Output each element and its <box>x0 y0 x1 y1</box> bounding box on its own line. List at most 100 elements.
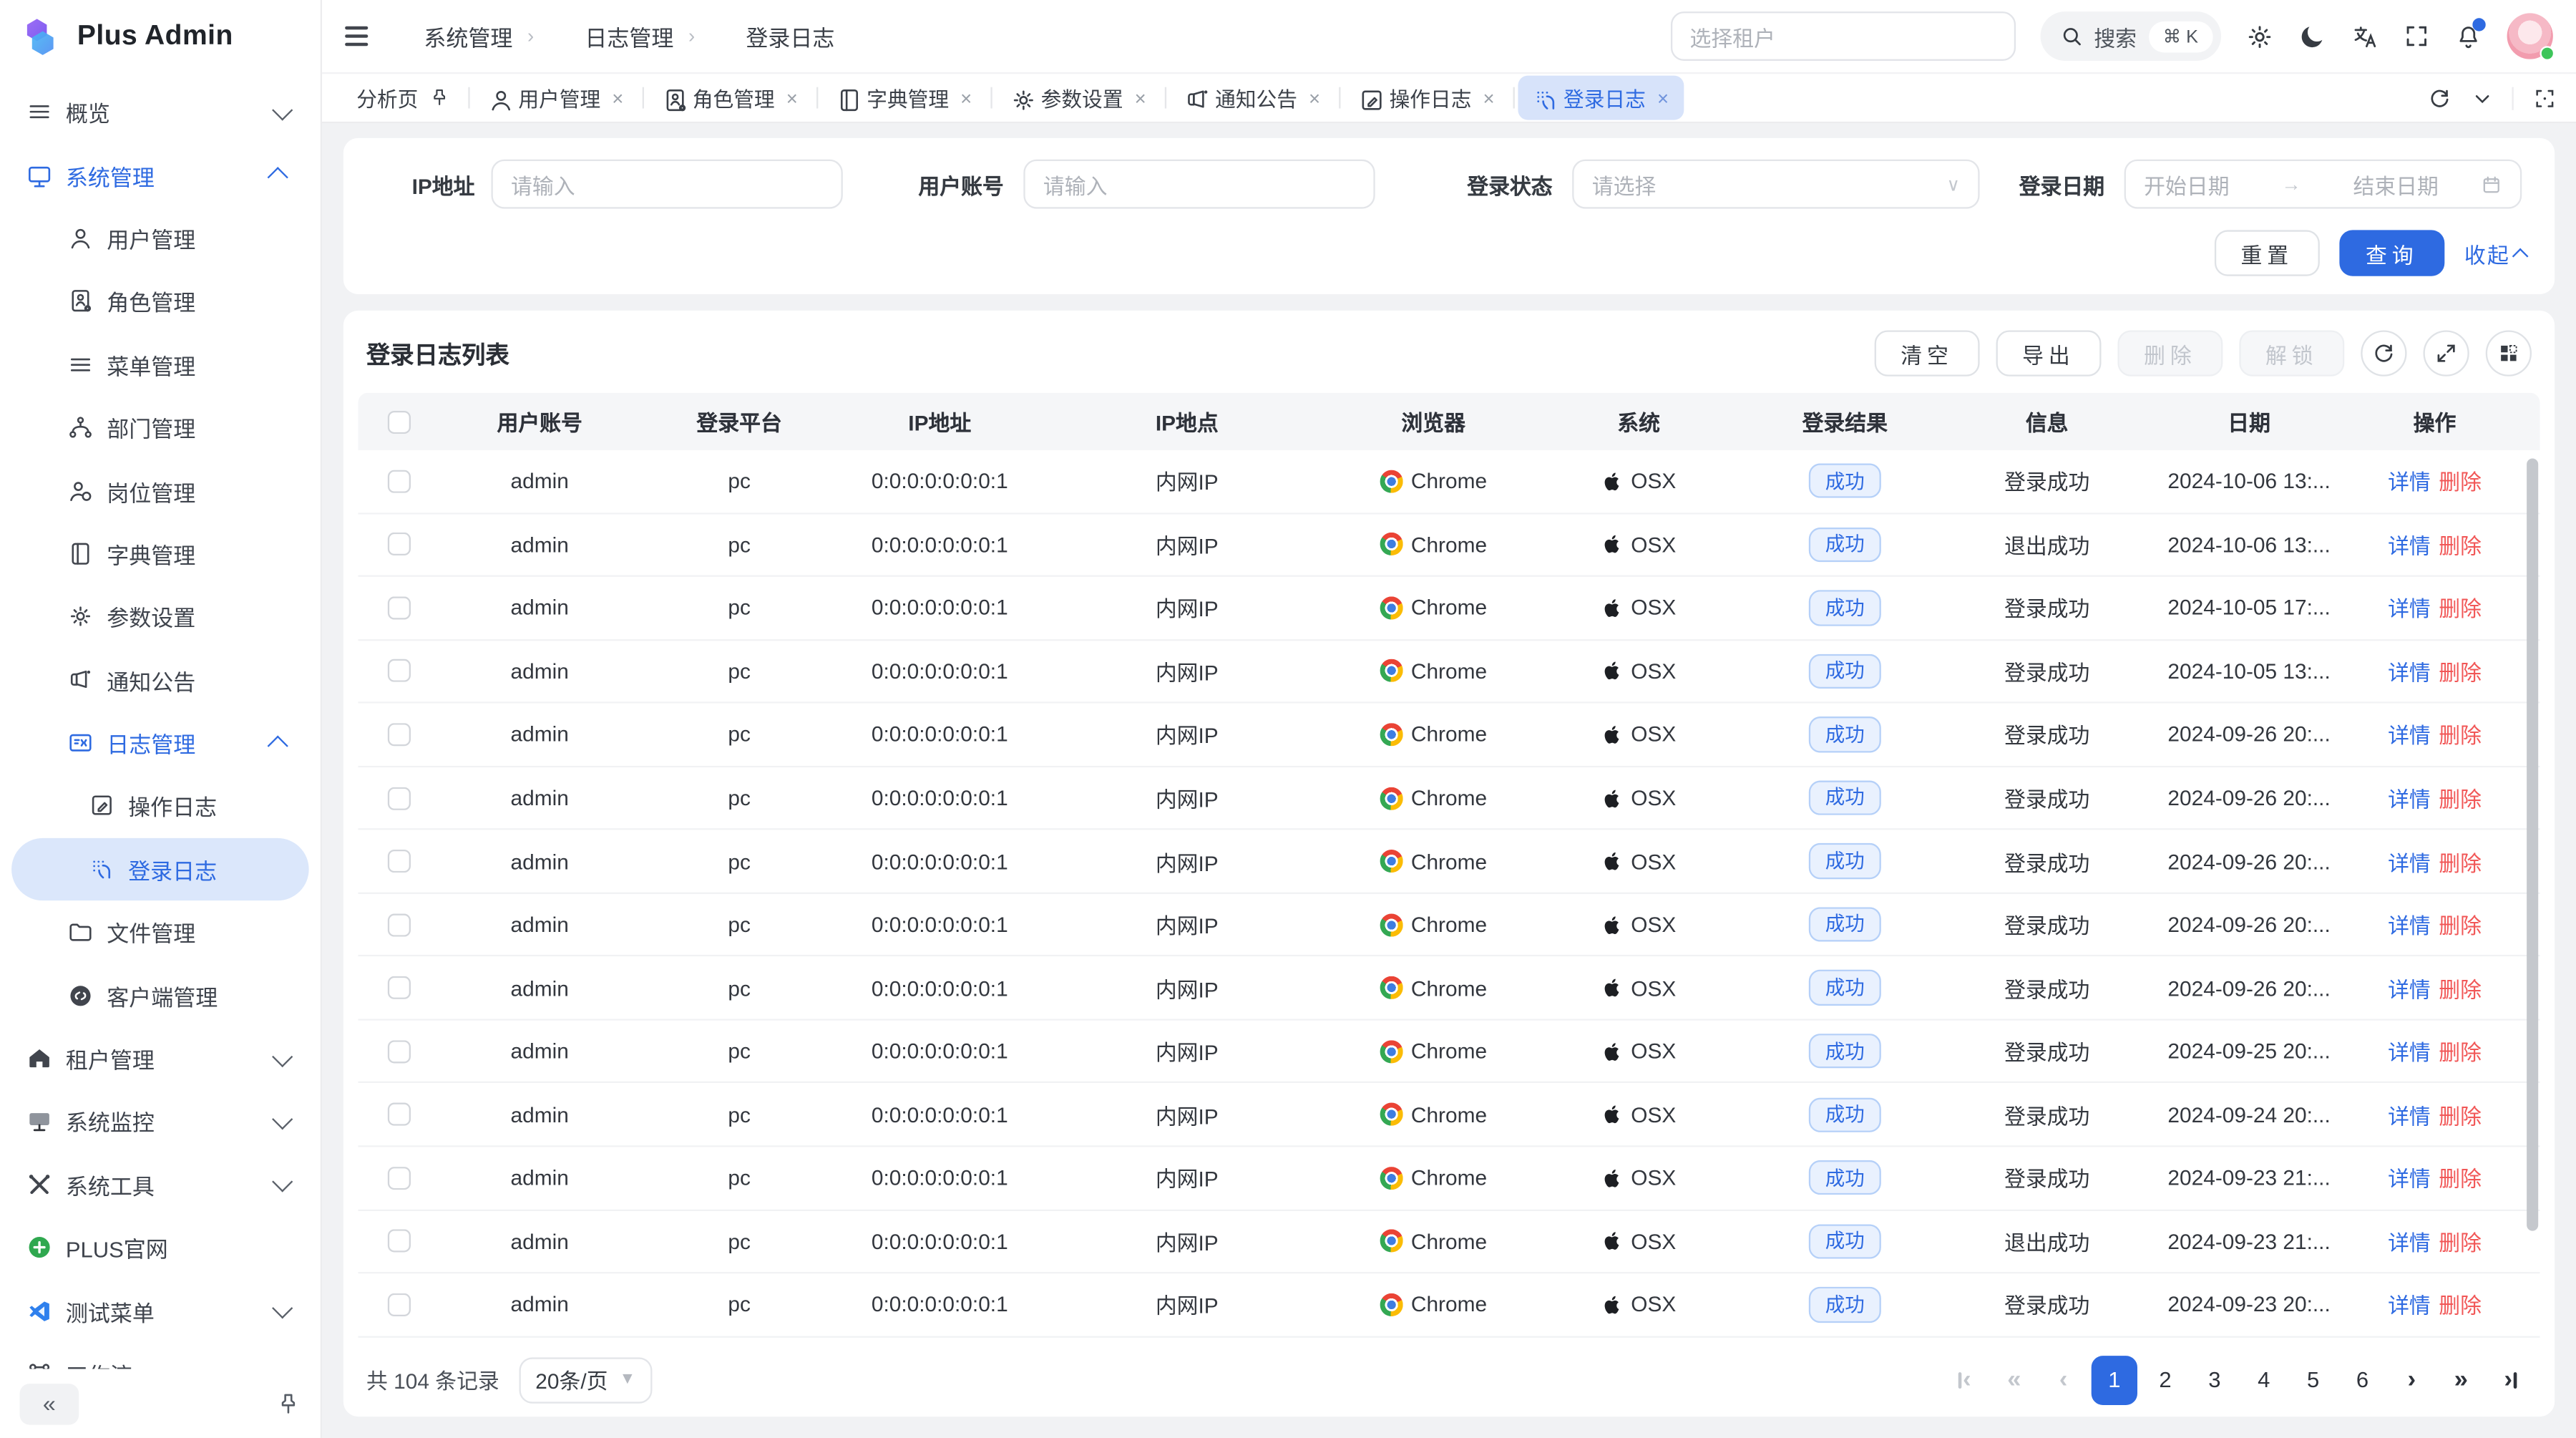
close-tab-icon[interactable]: × <box>786 88 798 108</box>
collapse-filter-link[interactable]: 收起 <box>2464 238 2529 269</box>
detail-link[interactable]: 详情 <box>2388 529 2431 560</box>
pin-icon[interactable] <box>428 87 449 109</box>
row-checkbox[interactable] <box>387 913 410 936</box>
reset-button[interactable]: 重置 <box>2215 230 2320 276</box>
back-pages-button[interactable]: « <box>1993 1357 2036 1401</box>
row-checkbox[interactable] <box>387 533 410 556</box>
row-checkbox[interactable] <box>387 660 410 683</box>
close-tab-icon[interactable]: × <box>1135 88 1146 108</box>
table-scrollbar[interactable] <box>2527 459 2538 1231</box>
delete-link[interactable]: 删除 <box>2439 1162 2482 1194</box>
detail-link[interactable]: 详情 <box>2388 592 2431 623</box>
detail-link[interactable]: 详情 <box>2388 656 2431 687</box>
forward-pages-button[interactable]: » <box>2439 1357 2482 1401</box>
page-6-button[interactable]: 6 <box>2341 1357 2384 1401</box>
tenant-select[interactable]: 选择租户 <box>1670 11 2015 61</box>
detail-link[interactable]: 详情 <box>2388 972 2431 1004</box>
page-2-button[interactable]: 2 <box>2144 1357 2187 1401</box>
export-button[interactable]: 导出 <box>1996 330 2101 376</box>
expand-table-icon[interactable] <box>2423 330 2469 376</box>
date-range-input[interactable]: 开始日期 → 结束日期 <box>2124 160 2522 209</box>
delete-link[interactable]: 删除 <box>2439 719 2482 750</box>
row-checkbox[interactable] <box>387 470 410 492</box>
last-page-button[interactable]: › <box>2489 1357 2532 1401</box>
ip-input[interactable]: 请输入 <box>491 160 842 209</box>
sidebar-item-dept[interactable]: 部门管理 <box>11 396 309 459</box>
tab-dict[interactable]: 字典管理× <box>821 76 987 120</box>
sidebar-item-client[interactable]: 客户端管理 <box>11 963 309 1026</box>
fullscreen-icon[interactable] <box>2404 23 2430 49</box>
row-checkbox[interactable] <box>387 976 410 999</box>
close-tab-icon[interactable]: × <box>612 88 623 108</box>
delete-link[interactable]: 删除 <box>2439 972 2482 1004</box>
sidebar-item-testmenu[interactable]: 测试菜单 <box>11 1279 309 1342</box>
detail-link[interactable]: 详情 <box>2388 1036 2431 1067</box>
sidebar-item-notice[interactable]: 通知公告 <box>11 648 309 711</box>
close-tab-icon[interactable]: × <box>1309 88 1320 108</box>
tab-loginlog[interactable]: 登录日志× <box>1518 76 1684 120</box>
page-size-select[interactable]: 20条/页 ▼ <box>519 1356 652 1402</box>
sidebar-item-plusweb[interactable]: PLUS官网 <box>11 1216 309 1279</box>
sidebar-item-overview[interactable]: 概览 <box>11 81 309 144</box>
page-5-button[interactable]: 5 <box>2292 1357 2335 1401</box>
delete-link[interactable]: 删除 <box>2439 782 2482 814</box>
notifications-bell-icon[interactable] <box>2454 22 2482 50</box>
status-select[interactable]: 请选择 ∨ <box>1572 160 1979 209</box>
first-page-button[interactable]: ‹ <box>1943 1357 1986 1401</box>
page-3-button[interactable]: 3 <box>2193 1357 2236 1401</box>
logo[interactable]: Plus Admin <box>0 0 321 72</box>
tab-param[interactable]: 参数设置× <box>995 76 1161 120</box>
refresh-tab-icon[interactable] <box>2428 87 2451 110</box>
row-checkbox[interactable] <box>387 723 410 746</box>
delete-link[interactable]: 删除 <box>2439 592 2482 623</box>
unlock-button[interactable]: 解锁 <box>2239 330 2344 376</box>
dark-mode-moon-icon[interactable] <box>2298 22 2326 50</box>
sidebar-item-param[interactable]: 参数设置 <box>11 586 309 648</box>
prev-page-button[interactable]: ‹ <box>2042 1357 2085 1401</box>
detail-link[interactable]: 详情 <box>2388 782 2431 814</box>
detail-link[interactable]: 详情 <box>2388 1162 2431 1194</box>
tab-analysis[interactable]: 分析页 <box>342 76 464 120</box>
sidebar-item-workflow[interactable]: 工作流 <box>11 1342 309 1369</box>
sidebar-item-loginlog[interactable]: 登录日志 <box>11 837 309 900</box>
sidebar-item-system[interactable]: 系统管理 <box>11 144 309 207</box>
close-tab-icon[interactable]: × <box>1483 88 1494 108</box>
breadcrumb-item-loginlog[interactable]: 登录日志 <box>710 20 834 53</box>
detail-link[interactable]: 详情 <box>2388 719 2431 750</box>
sidebar-collapse-button[interactable]: « <box>20 1383 79 1424</box>
next-page-button[interactable]: › <box>2391 1357 2434 1401</box>
delete-link[interactable]: 删除 <box>2439 529 2482 560</box>
user-avatar[interactable] <box>2507 13 2553 59</box>
sidebar-pin-icon[interactable] <box>276 1391 301 1415</box>
detail-link[interactable]: 详情 <box>2388 465 2431 497</box>
row-checkbox[interactable] <box>387 850 410 873</box>
close-tab-icon[interactable]: × <box>1657 88 1669 108</box>
row-checkbox[interactable] <box>387 1230 410 1253</box>
tab-role[interactable]: 角色管理× <box>647 76 813 120</box>
account-input[interactable]: 请输入 <box>1023 160 1375 209</box>
delete-link[interactable]: 删除 <box>2439 465 2482 497</box>
refresh-table-icon[interactable] <box>2361 330 2406 376</box>
sidebar-item-menu[interactable]: 菜单管理 <box>11 333 309 396</box>
row-checkbox[interactable] <box>387 1103 410 1126</box>
column-settings-icon[interactable] <box>2486 330 2532 376</box>
sidebar-item-systools[interactable]: 系统工具 <box>11 1153 309 1216</box>
detail-link[interactable]: 详情 <box>2388 1289 2431 1321</box>
sidebar-item-oplog[interactable]: 操作日志 <box>11 774 309 837</box>
breadcrumb-item-system[interactable]: 系统管理 <box>388 20 512 53</box>
language-translate-icon[interactable] <box>2351 22 2379 50</box>
tab-oplog[interactable]: 操作日志× <box>1343 76 1509 120</box>
delete-button[interactable]: 删除 <box>2117 330 2223 376</box>
settings-gear-icon[interactable] <box>2246 22 2274 50</box>
delete-link[interactable]: 删除 <box>2439 1225 2482 1257</box>
menu-toggle-icon[interactable] <box>345 26 368 46</box>
sidebar-item-file[interactable]: 文件管理 <box>11 900 309 963</box>
row-checkbox[interactable] <box>387 1293 410 1316</box>
select-all-checkbox[interactable] <box>387 412 410 434</box>
detail-link[interactable]: 详情 <box>2388 1099 2431 1130</box>
sidebar-item-role[interactable]: 角色管理 <box>11 270 309 333</box>
row-checkbox[interactable] <box>387 1167 410 1190</box>
clear-button[interactable]: 清空 <box>1875 330 1980 376</box>
tab-user[interactable]: 用户管理× <box>472 76 638 120</box>
sidebar-item-tenant[interactable]: 租户管理 <box>11 1027 309 1090</box>
